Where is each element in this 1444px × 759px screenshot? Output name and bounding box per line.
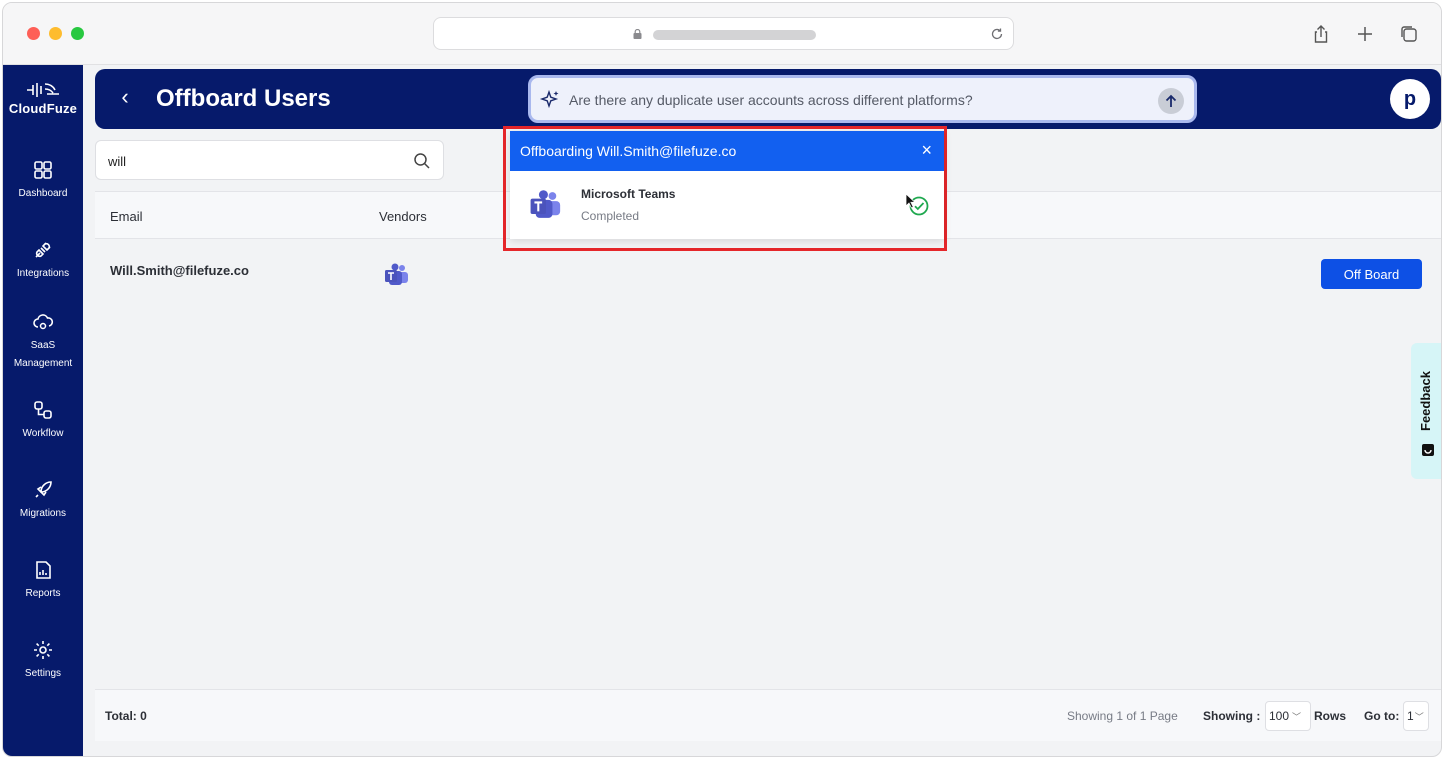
showing-label: Showing :	[1203, 709, 1261, 723]
tabs-overview-icon[interactable]	[1398, 23, 1420, 45]
sidebar-item-label: Dashboard	[18, 188, 68, 199]
sidebar-item-label: Workflow	[22, 428, 64, 439]
sidebar-item-workflow[interactable]: Workflow	[3, 399, 83, 443]
user-avatar[interactable]: p	[1390, 79, 1430, 119]
minimize-window-button[interactable]	[49, 27, 62, 40]
vendor-name: Microsoft Teams	[581, 187, 676, 201]
popup-header: Offboarding Will.Smith@filefuze.co ×	[510, 131, 944, 171]
sidebar-item-dashboard[interactable]: Dashboard	[3, 159, 83, 203]
sidebar-item-migrations[interactable]: Migrations	[3, 479, 83, 523]
search-input[interactable]	[108, 151, 398, 171]
sidebar-item-saas-management[interactable]: SaaS Management	[3, 311, 83, 373]
column-header-email: Email	[110, 209, 143, 224]
sidebar-item-label: SaaS Management	[13, 340, 73, 369]
goto-label: Go to:	[1364, 709, 1400, 723]
offboarding-status-popup: Offboarding Will.Smith@filefuze.co × Mic…	[510, 131, 944, 239]
page-title: Offboard Users	[156, 85, 331, 112]
feedback-tab[interactable]: Feedback	[1411, 343, 1441, 479]
sparkle-icon	[539, 89, 559, 109]
close-window-button[interactable]	[27, 27, 40, 40]
rows-label: Rows	[1314, 709, 1347, 723]
ai-question-input[interactable]	[569, 87, 1149, 113]
sidebar-item-label: Settings	[24, 668, 62, 679]
sidebar-item-label: Integrations	[16, 268, 70, 279]
page-info: Showing 1 of 1 Page	[1067, 709, 1178, 723]
browser-toolbar	[3, 3, 1441, 65]
gear-icon	[34, 641, 52, 659]
lock-icon	[633, 29, 642, 39]
dashboard-icon	[34, 161, 52, 179]
microsoft-teams-icon	[385, 263, 408, 285]
sidebar-item-reports[interactable]: Reports	[3, 559, 83, 603]
report-icon	[36, 561, 51, 579]
rows-per-page-value: 100	[1269, 709, 1290, 723]
share-icon[interactable]	[1310, 23, 1332, 45]
search-icon[interactable]	[413, 152, 431, 170]
off-board-button[interactable]: Off Board	[1321, 259, 1422, 289]
goto-page-select[interactable]: 1﹀	[1403, 701, 1429, 731]
browser-window: CloudFuze Dashboard Integrations SaaS Ma…	[2, 2, 1442, 757]
rocket-icon	[35, 481, 52, 498]
send-question-button[interactable]	[1158, 88, 1184, 114]
total-count: Total: 0	[105, 709, 147, 723]
cloudfuze-logo[interactable]: CloudFuze	[3, 81, 83, 116]
new-tab-icon[interactable]	[1354, 23, 1376, 45]
sidebar-item-settings[interactable]: Settings	[3, 639, 83, 683]
arrow-up-icon	[1165, 94, 1177, 107]
feedback-icon	[1422, 444, 1434, 456]
chevron-down-icon: ﹀	[1414, 712, 1424, 722]
table-footer: Total: 0 Showing 1 of 1 Page Showing : 1…	[95, 689, 1441, 741]
cloudfuze-logo-icon	[27, 83, 59, 97]
url-text-placeholder	[653, 30, 816, 40]
popup-title: Offboarding Will.Smith@filefuze.co	[520, 143, 737, 159]
sidebar-item-label: Reports	[25, 588, 61, 599]
chevron-down-icon: ﹀	[1292, 712, 1302, 722]
mouse-cursor-icon	[905, 193, 917, 209]
user-email: Will.Smith@filefuze.co	[110, 263, 249, 278]
ai-assistant-bar[interactable]	[528, 75, 1197, 123]
close-icon[interactable]: ×	[921, 140, 932, 161]
cloud-gear-icon	[33, 314, 54, 330]
table-body: Will.Smith@filefuze.co Off Board	[95, 239, 1441, 689]
zoom-window-button[interactable]	[71, 27, 84, 40]
back-button[interactable]: ‹	[113, 85, 137, 109]
vendor-status: Completed	[581, 209, 640, 223]
goto-page-value: 1	[1407, 709, 1414, 723]
sidebar-item-integrations[interactable]: Integrations	[3, 239, 83, 283]
page-header: ‹ Offboard Users p	[95, 69, 1441, 129]
sidebar-item-label: Migrations	[19, 508, 67, 519]
feedback-label: Feedback	[1418, 371, 1433, 431]
reload-icon[interactable]	[989, 26, 1005, 42]
user-search-box[interactable]	[95, 140, 444, 180]
address-bar[interactable]	[433, 17, 1014, 50]
column-header-vendors: Vendors	[379, 209, 427, 224]
rows-per-page-select[interactable]: 100 ﹀	[1265, 701, 1311, 731]
workflow-icon	[34, 401, 52, 419]
sidebar: CloudFuze Dashboard Integrations SaaS Ma…	[3, 65, 83, 756]
plug-icon	[35, 242, 51, 258]
logo-text: CloudFuze	[8, 101, 78, 116]
microsoft-teams-icon	[530, 190, 561, 218]
